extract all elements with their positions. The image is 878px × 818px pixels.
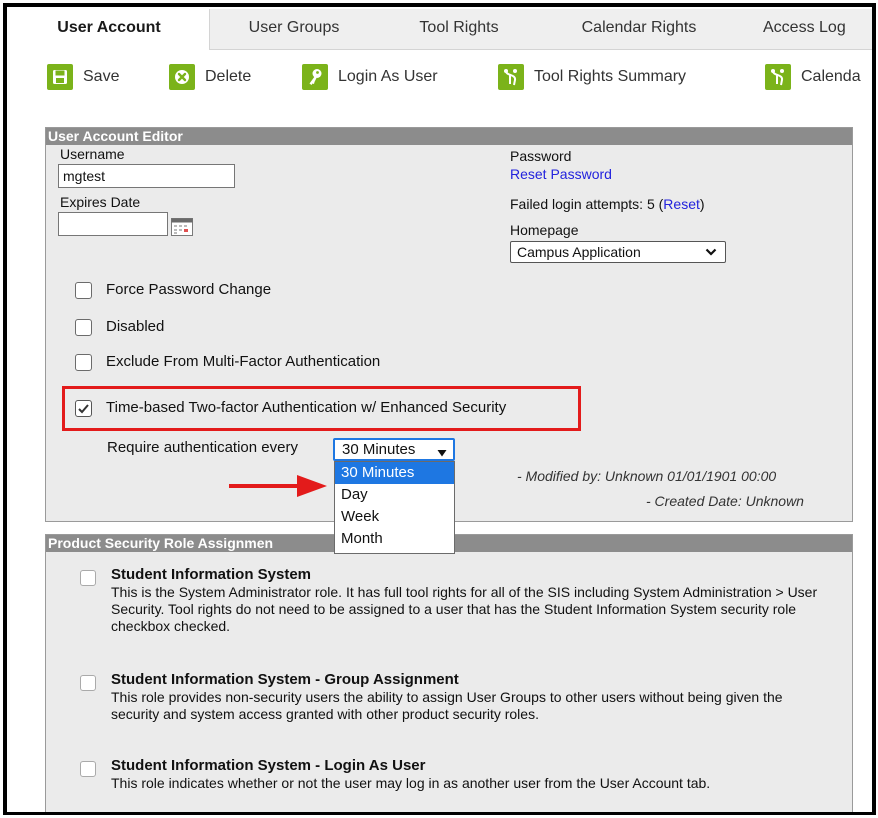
- tab-user-groups[interactable]: User Groups: [224, 9, 364, 49]
- require-auth-options: 30 Minutes Day Week Month: [334, 461, 455, 554]
- expires-date-label: Expires Date: [60, 194, 141, 210]
- key-icon: [302, 64, 328, 90]
- arrow-icon: [229, 475, 327, 497]
- password-label: Password: [510, 148, 572, 164]
- require-auth-label: Require authentication every: [107, 439, 298, 456]
- fork-icon: [498, 64, 524, 90]
- role-description: This role provides non-security users th…: [111, 689, 783, 722]
- option-30-minutes[interactable]: 30 Minutes: [335, 462, 454, 484]
- calendar-rights-summary-button[interactable]: Calenda: [765, 63, 861, 91]
- homepage-label: Homepage: [510, 222, 579, 238]
- require-auth-value: 30 Minutes: [342, 441, 416, 458]
- role-checkbox[interactable]: [80, 570, 96, 586]
- save-button[interactable]: Save: [47, 63, 119, 91]
- expires-date-field[interactable]: [58, 212, 168, 236]
- tab-access-log[interactable]: Access Log: [751, 9, 872, 49]
- login-as-user-label: Login As User: [338, 68, 438, 85]
- disabled-checkbox[interactable]: [75, 319, 92, 336]
- require-auth-select[interactable]: 30 Minutes: [333, 438, 455, 461]
- reset-password-link[interactable]: Reset Password: [510, 166, 612, 182]
- modified-by: - Modified by: Unknown 01/01/1901 00:00: [517, 468, 777, 484]
- failed-login-text: Failed login attempts: 5 (: [510, 196, 664, 212]
- failed-login-close: ): [699, 196, 705, 212]
- calendar-label: Calenda: [801, 68, 861, 85]
- totp-enhanced-security-label: Time-based Two-factor Authentication w/ …: [106, 399, 507, 416]
- role-description: This role indicates whether or not the u…: [111, 775, 711, 791]
- username-label: Username: [60, 146, 125, 162]
- tab-user-account[interactable]: User Account: [9, 9, 210, 50]
- delete-label: Delete: [205, 68, 252, 85]
- chevron-down-icon: [705, 243, 717, 266]
- login-as-user-button[interactable]: Login As User: [302, 63, 438, 91]
- option-week[interactable]: Week: [335, 506, 454, 528]
- homepage-select[interactable]: Campus Application: [510, 241, 726, 263]
- save-icon: [47, 64, 73, 90]
- failed-login-reset-link[interactable]: Reset: [663, 196, 700, 212]
- calendar-picker-icon[interactable]: [171, 218, 193, 236]
- option-day[interactable]: Day: [335, 484, 454, 506]
- option-month[interactable]: Month: [335, 528, 454, 550]
- username-field[interactable]: [58, 164, 235, 188]
- force-password-change-label: Force Password Change: [106, 281, 272, 298]
- delete-button[interactable]: Delete: [169, 63, 251, 91]
- totp-enhanced-security-checkbox[interactable]: [75, 400, 92, 417]
- tab-tool-rights[interactable]: Tool Rights: [394, 9, 524, 49]
- toolbar: Save Delete Login As User Tool Rights Su…: [7, 53, 872, 105]
- force-password-change-checkbox[interactable]: [75, 282, 92, 299]
- tool-rights-summary-label: Tool Rights Summary: [534, 68, 687, 85]
- created-date: - Created Date: Unknown: [646, 493, 804, 509]
- tab-bar: User Account User Groups Tool Rights Cal…: [9, 9, 872, 50]
- disabled-label: Disabled: [106, 318, 165, 335]
- role-title: Student Information System - Group Assig…: [111, 671, 459, 688]
- fork-icon: [765, 64, 791, 90]
- tool-rights-summary-button[interactable]: Tool Rights Summary: [498, 63, 686, 91]
- role-title: Student Information System: [111, 566, 312, 583]
- failed-login-attempts: Failed login attempts: 5 (Reset): [510, 196, 705, 212]
- tab-calendar-rights[interactable]: Calendar Rights: [554, 9, 724, 49]
- save-label: Save: [83, 68, 120, 85]
- exclude-mfa-label: Exclude From Multi-Factor Authentication: [106, 353, 381, 370]
- role-description: This is the System Administrator role. I…: [111, 584, 818, 634]
- role-title: Student Information System - Login As Us…: [111, 757, 426, 774]
- app-frame: User Account User Groups Tool Rights Cal…: [3, 3, 876, 815]
- panel-title: User Account Editor: [46, 128, 852, 145]
- role-checkbox[interactable]: [80, 761, 96, 777]
- homepage-value: Campus Application: [517, 244, 641, 260]
- checkmark-icon: [78, 404, 89, 414]
- delete-icon: [169, 64, 195, 90]
- role-checkbox[interactable]: [80, 675, 96, 691]
- exclude-mfa-checkbox[interactable]: [75, 354, 92, 371]
